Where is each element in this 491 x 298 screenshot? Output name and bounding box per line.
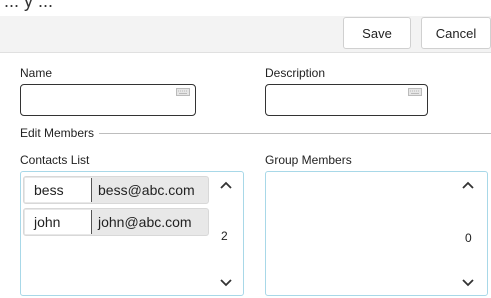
group-members-listbox[interactable]: 0 (265, 171, 488, 296)
contacts-count: 2 (221, 229, 228, 243)
name-label: Name (20, 66, 53, 80)
contacts-list-label: Contacts List (20, 153, 90, 167)
chevron-up-icon[interactable] (461, 180, 475, 190)
top-partial-strip: ... y ... (0, 0, 491, 16)
group-members-label: Group Members (265, 153, 352, 167)
keyboard-icon (408, 88, 422, 96)
contact-name: bess (25, 178, 92, 202)
chevron-down-icon[interactable] (461, 278, 475, 288)
keyboard-icon (176, 88, 190, 96)
top-partial-text: ... y ... (4, 0, 54, 11)
cancel-button[interactable]: Cancel (421, 17, 491, 49)
description-field[interactable] (265, 84, 428, 116)
contact-name: john (25, 210, 92, 234)
group-members-count: 0 (465, 231, 472, 245)
contact-email: john@abc.com (98, 214, 192, 230)
section-divider (99, 133, 491, 134)
chevron-down-icon[interactable] (219, 278, 233, 288)
list-item[interactable]: john john@abc.com (23, 208, 209, 236)
toolbar: Save Cancel (0, 16, 491, 53)
list-item[interactable]: bess bess@abc.com (23, 176, 209, 204)
chevron-up-icon[interactable] (219, 180, 233, 190)
description-label: Description (265, 66, 326, 80)
save-button[interactable]: Save (343, 17, 411, 49)
name-field[interactable] (20, 84, 196, 116)
contact-email: bess@abc.com (98, 182, 195, 198)
edit-members-label: Edit Members (20, 126, 95, 140)
contacts-listbox[interactable]: bess bess@abc.com john john@abc.com 2 (20, 171, 244, 296)
